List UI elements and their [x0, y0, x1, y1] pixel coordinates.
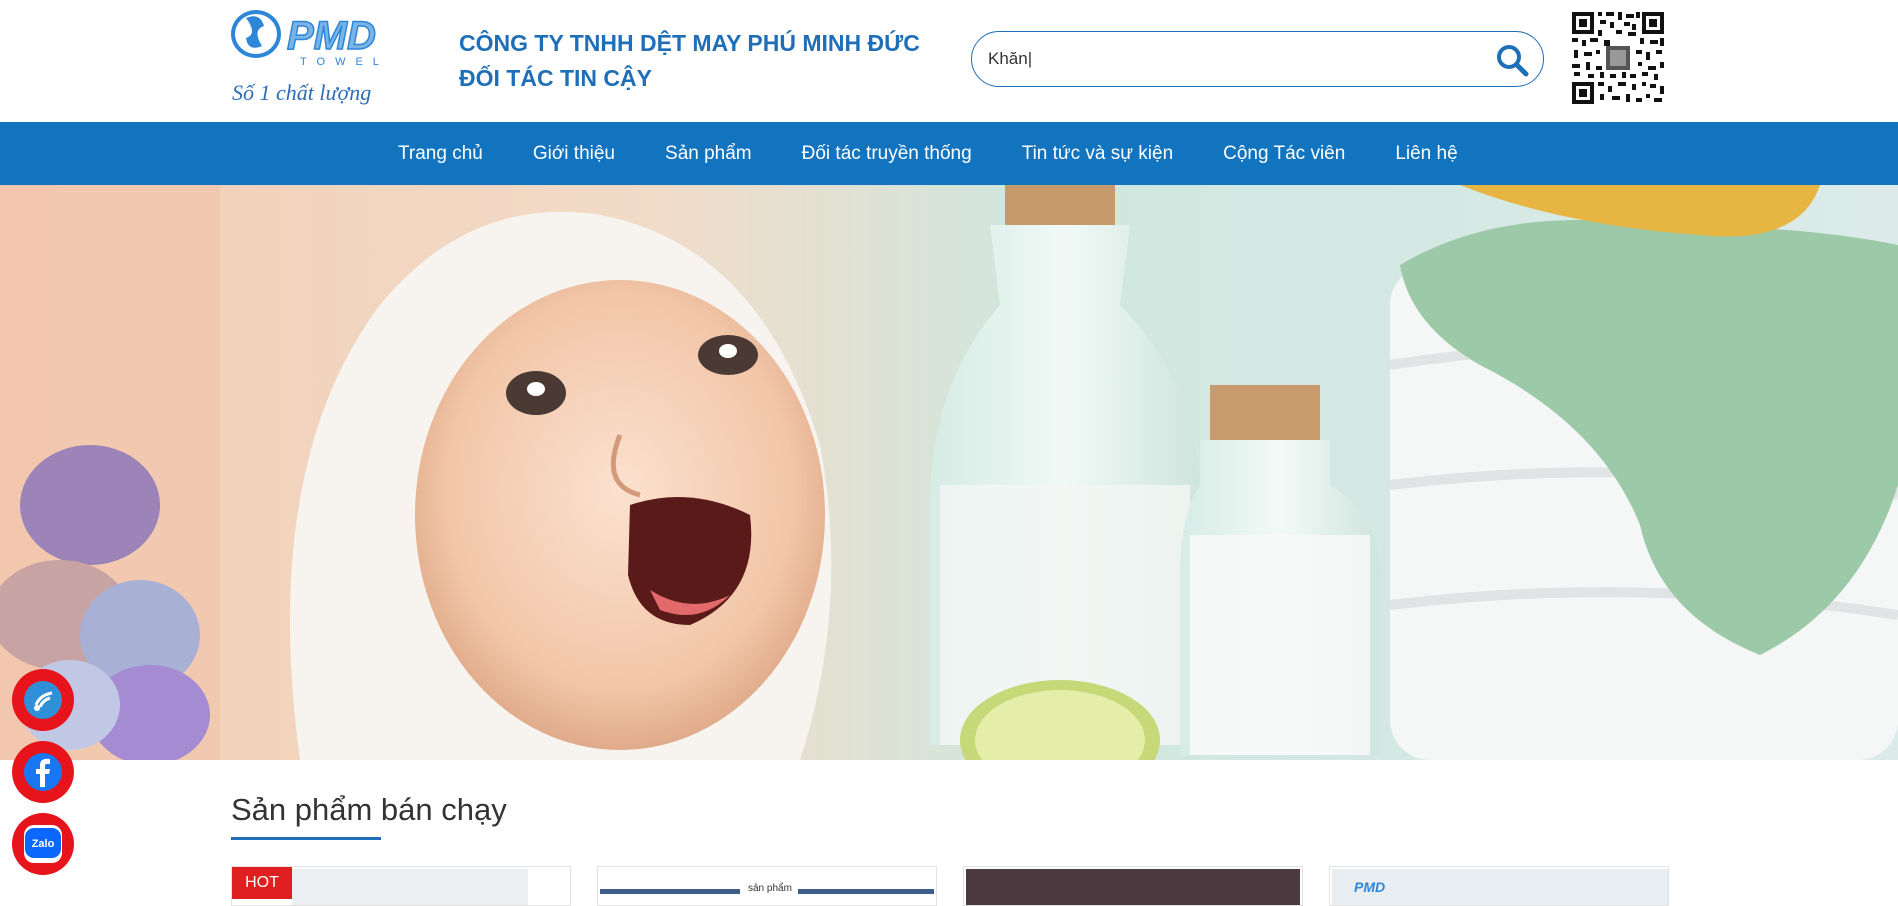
- nav-item-about[interactable]: Giới thiệu: [508, 122, 640, 185]
- pmd-towel-logo[interactable]: PMD TOWEL Số 1 chất lượng: [230, 8, 420, 112]
- nav-item-products[interactable]: Sản phẩm: [640, 122, 777, 185]
- company-tagline: ĐỐI TÁC TIN CẬY: [459, 65, 652, 91]
- qr-code: [1570, 10, 1666, 106]
- hero-banner[interactable]: [0, 185, 1898, 760]
- product-brand-label: PMD: [1354, 879, 1386, 895]
- logo-slogan: Số 1 chất lượng: [232, 80, 371, 105]
- float-facebook-button[interactable]: [12, 741, 74, 803]
- site-header: PMD TOWEL Số 1 chất lượng CÔNG TY TNHH D…: [0, 0, 1898, 122]
- company-name-line1: CÔNG TY TNHH DỆT MAY PHÚ MINH ĐỨC: [459, 30, 920, 56]
- hot-badge: HOT: [232, 867, 292, 899]
- product-card[interactable]: HOT: [231, 866, 571, 906]
- nav-item-contact[interactable]: Liên hệ: [1370, 122, 1482, 185]
- product-image-caption: sản phẩm: [748, 883, 792, 894]
- product-card[interactable]: [963, 866, 1303, 906]
- nav-item-partners[interactable]: Đối tác truyền thống: [777, 122, 997, 185]
- zalo-icon: Zalo: [24, 825, 62, 863]
- product-card[interactable]: sản phẩm: [597, 866, 937, 906]
- nav-item-collaborators[interactable]: Cộng Tác viên: [1198, 122, 1370, 185]
- section-title-underline: [231, 837, 381, 840]
- float-zalo-button[interactable]: Zalo: [12, 813, 74, 875]
- main-navigation: Trang chủ Giới thiệu Sản phẩm Đối tác tr…: [0, 122, 1898, 185]
- section-title-best-sellers: Sản phẩm bán chạy: [231, 792, 507, 827]
- search-input[interactable]: [988, 42, 1458, 76]
- nav-item-home[interactable]: Trang chủ: [373, 122, 508, 185]
- zalo-label: Zalo: [32, 838, 55, 850]
- search-box: [971, 31, 1544, 87]
- facebook-icon: [24, 753, 62, 791]
- logo-sub: TOWEL: [300, 56, 389, 68]
- phone-icon: [24, 681, 62, 719]
- logo-text: PMD: [287, 14, 376, 58]
- search-icon: [1497, 45, 1529, 77]
- float-phone-button[interactable]: [12, 669, 74, 731]
- company-name: CÔNG TY TNHH DỆT MAY PHÚ MINH ĐỨC ĐỐI TÁ…: [459, 26, 920, 96]
- nav-item-news[interactable]: Tin tức và sự kiện: [997, 122, 1198, 185]
- product-card[interactable]: PMD: [1329, 866, 1669, 906]
- search-button[interactable]: [1495, 43, 1529, 77]
